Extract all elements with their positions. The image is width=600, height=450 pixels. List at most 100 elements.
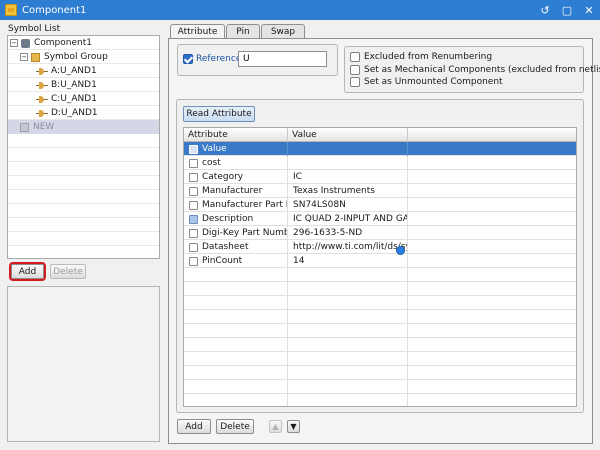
reference-checkbox[interactable] (183, 54, 193, 64)
attribute-value-cell[interactable] (288, 156, 408, 170)
row-checkbox[interactable] (189, 214, 198, 224)
tree-node[interactable]: B:U_AND1 (8, 78, 159, 92)
table-row[interactable]: Datasheet http://www.ti.com/lit/ds/sym (184, 240, 576, 254)
add-symbol-button[interactable]: Add (11, 264, 44, 279)
attribute-value-cell[interactable]: 14 (288, 254, 408, 268)
tree-node[interactable]: A:U_AND1 (8, 64, 159, 78)
row-checkbox[interactable] (189, 186, 198, 196)
attribute-grid[interactable]: Attribute Value Value cost Category IC Manuf… (183, 127, 577, 407)
tree-node-label: C:U_AND1 (51, 94, 97, 104)
table-row[interactable]: PinCount 14 (184, 254, 576, 268)
tab-swap[interactable]: Swap (261, 24, 305, 38)
maximize-icon[interactable]: ▢ (556, 0, 578, 20)
table-empty-row (184, 282, 576, 296)
header-attribute[interactable]: Attribute (184, 128, 288, 142)
restore-icon[interactable]: ↺ (534, 0, 556, 20)
table-empty-row (184, 394, 576, 406)
reference-label: Reference (196, 54, 242, 64)
table-row[interactable]: Manufacturer Part NunSN74LS08N (184, 198, 576, 212)
attribute-value-cell[interactable]: SN74LS08N (288, 198, 408, 212)
symbol-list-label: Symbol List (8, 24, 61, 34)
tree-empty-row (8, 246, 159, 258)
table-row[interactable]: Description IC QUAD 2-INPUT AND GATE (184, 212, 576, 226)
table-row[interactable]: Category IC (184, 170, 576, 184)
table-row[interactable]: cost (184, 156, 576, 170)
row-checkbox[interactable] (189, 200, 198, 210)
tree-node[interactable]: D:U_AND1 (8, 106, 159, 120)
delete-attribute-button[interactable]: Delete (216, 419, 254, 434)
attribute-name-cell[interactable]: Category (202, 172, 243, 182)
tree-node[interactable]: − Symbol Group (8, 50, 159, 64)
tree-empty-row (8, 232, 159, 246)
attribute-name-cell[interactable]: Description (202, 214, 253, 224)
row-checkbox[interactable] (189, 228, 198, 238)
row-checkbox[interactable] (189, 172, 198, 182)
attribute-name-cell[interactable]: cost (202, 158, 221, 168)
attribute-value-cell[interactable]: Texas Instruments (288, 184, 408, 198)
attribute-name-cell[interactable]: Value (202, 144, 227, 154)
new-icon (20, 122, 29, 132)
collapse-icon[interactable]: − (10, 39, 18, 47)
attribute-name-cell[interactable]: PinCount (202, 256, 242, 266)
tree-empty-row (8, 134, 159, 148)
add-attribute-button[interactable]: Add (177, 419, 211, 434)
folder-icon (31, 52, 40, 62)
table-empty-row (184, 296, 576, 310)
gate-icon (36, 67, 48, 76)
read-attribute-button[interactable]: Read Attribute (183, 106, 255, 122)
reference-input[interactable] (238, 51, 327, 67)
tree-node-label: D:U_AND1 (51, 108, 98, 118)
tree-node[interactable]: NEW (8, 120, 159, 134)
table-empty-row (184, 338, 576, 352)
symbol-tree[interactable]: − Component1− Symbol Group A:U_AND1 B:U_AND1… (7, 35, 160, 259)
attribute-name-cell[interactable]: Digi-Key Part Number (202, 228, 287, 238)
tree-empty-row (8, 204, 159, 218)
tree-empty-row (8, 190, 159, 204)
mechanical-components-label: Set as Mechanical Components (excluded f… (364, 65, 600, 75)
delete-symbol-button[interactable]: Delete (50, 264, 86, 279)
component-icon (21, 38, 30, 48)
row-checkbox[interactable] (189, 158, 198, 168)
mouse-cursor-indicator (396, 246, 405, 255)
move-down-icon[interactable]: ▼ (287, 420, 300, 433)
attribute-name-cell[interactable]: Manufacturer Part Nun (202, 200, 287, 210)
tab-pin[interactable]: Pin (226, 24, 260, 38)
row-checkbox[interactable] (189, 144, 198, 154)
attribute-value-cell[interactable]: http://www.ti.com/lit/ds/sym (288, 240, 408, 254)
mechanical-components-checkbox[interactable] (350, 65, 360, 75)
tab-attribute[interactable]: Attribute (170, 24, 225, 39)
table-row[interactable]: Manufacturer Texas Instruments (184, 184, 576, 198)
title-bar: Component1 ↺ ▢ ✕ (0, 0, 600, 20)
row-checkbox[interactable] (189, 256, 198, 266)
attribute-name-cell[interactable]: Datasheet (202, 242, 249, 252)
table-row[interactable]: Digi-Key Part Number296-1633-5-ND (184, 226, 576, 240)
excluded-renumbering-checkbox[interactable] (350, 52, 360, 62)
attribute-name-cell[interactable]: Manufacturer (202, 186, 262, 196)
tree-empty-row (8, 162, 159, 176)
gate-icon (36, 81, 48, 90)
gate-icon (36, 95, 48, 104)
grid-header: Attribute Value (184, 128, 576, 142)
excluded-renumbering-label: Excluded from Renumbering (364, 52, 493, 62)
attribute-value-cell[interactable]: IC (288, 170, 408, 184)
unmounted-component-checkbox[interactable] (350, 77, 360, 87)
collapse-icon[interactable]: − (20, 53, 28, 61)
table-empty-row (184, 366, 576, 380)
attribute-value-cell[interactable]: 296-1633-5-ND (288, 226, 408, 240)
move-up-icon[interactable]: ▲ (269, 420, 282, 433)
row-checkbox[interactable] (189, 242, 198, 252)
tree-node-label: Component1 (34, 38, 92, 48)
tree-empty-row (8, 148, 159, 162)
tree-node[interactable]: C:U_AND1 (8, 92, 159, 106)
header-value[interactable]: Value (288, 128, 408, 142)
tree-empty-row (8, 176, 159, 190)
attribute-value-cell[interactable] (288, 142, 408, 156)
table-empty-row (184, 324, 576, 338)
tree-node[interactable]: − Component1 (8, 36, 159, 50)
gate-icon (36, 109, 48, 118)
attribute-value-cell[interactable]: IC QUAD 2-INPUT AND GATE (288, 212, 408, 226)
tree-node-label: NEW (33, 122, 55, 132)
close-icon[interactable]: ✕ (578, 0, 600, 20)
tree-node-label: A:U_AND1 (51, 66, 97, 76)
table-row[interactable]: Value (184, 142, 576, 156)
